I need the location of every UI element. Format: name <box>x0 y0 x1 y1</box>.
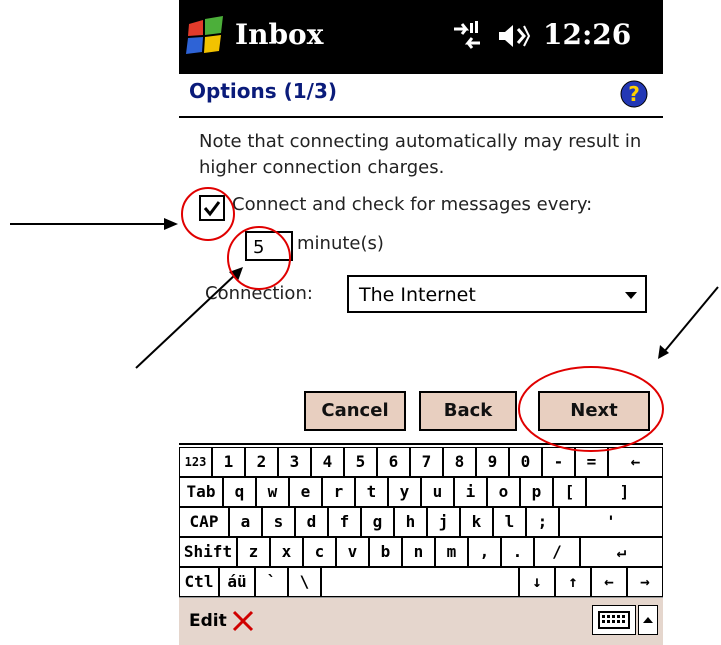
help-icon[interactable]: ? <box>619 79 649 109</box>
arrow-to-next <box>658 286 719 359</box>
app-title: Inbox <box>235 18 324 51</box>
key-h[interactable]: h <box>394 507 427 537</box>
key-9[interactable]: 9 <box>476 447 509 477</box>
key-o[interactable]: o <box>487 477 520 507</box>
key-0[interactable]: 0 <box>509 447 542 477</box>
key-v[interactable]: v <box>336 537 369 567</box>
connection-selected-value: The Internet <box>359 284 476 306</box>
windows-start-icon[interactable] <box>183 14 229 60</box>
svg-text:?: ? <box>628 82 640 106</box>
dropdown-arrow-icon[interactable] <box>625 292 637 299</box>
clock[interactable]: 12:26 <box>543 18 631 51</box>
checkmark-icon <box>203 201 221 217</box>
options-header: Options (1/3) ? <box>179 74 663 118</box>
key-left-bracket[interactable]: [ <box>553 477 586 507</box>
key-period[interactable]: . <box>501 537 534 567</box>
key-s[interactable]: s <box>262 507 295 537</box>
key-d[interactable]: d <box>295 507 328 537</box>
key-arrow-left[interactable]: ← <box>591 567 627 597</box>
key-ctrl[interactable]: Ctl <box>179 567 219 597</box>
key-shift[interactable]: Shift <box>179 537 237 567</box>
key-arrow-up[interactable]: ↑ <box>555 567 591 597</box>
key-minus[interactable]: - <box>542 447 575 477</box>
next-button[interactable]: Next <box>538 391 650 431</box>
connectivity-icon[interactable] <box>450 19 484 53</box>
key-space[interactable] <box>321 567 519 597</box>
key-u[interactable]: u <box>421 477 454 507</box>
key-l[interactable]: l <box>493 507 526 537</box>
key-quote[interactable]: ' <box>559 507 663 537</box>
auto-connect-label: Connect and check for messages every: <box>232 194 593 215</box>
key-g[interactable]: g <box>361 507 394 537</box>
key-7[interactable]: 7 <box>410 447 443 477</box>
charges-note: Note that connecting automatically may r… <box>199 131 642 178</box>
soft-keyboard: 123 1 2 3 4 5 6 7 8 9 0 - = ← Tab q w e … <box>179 443 663 597</box>
key-k[interactable]: k <box>460 507 493 537</box>
interval-minutes-input[interactable]: 5 <box>245 231 293 261</box>
key-semicolon[interactable]: ; <box>526 507 559 537</box>
key-n[interactable]: n <box>402 537 435 567</box>
key-caps[interactable]: CAP <box>179 507 229 537</box>
back-button[interactable]: Back <box>419 391 517 431</box>
key-e[interactable]: e <box>289 477 322 507</box>
delete-icon[interactable] <box>231 609 255 633</box>
connection-select[interactable]: The Internet <box>347 275 647 313</box>
keyboard-row-3: CAP a s d f g h j k l ; ' <box>179 507 663 537</box>
key-a[interactable]: a <box>229 507 262 537</box>
key-6[interactable]: 6 <box>377 447 410 477</box>
auto-connect-checkbox[interactable] <box>199 195 225 221</box>
key-arrow-down[interactable]: ↓ <box>519 567 555 597</box>
key-slash[interactable]: / <box>534 537 580 567</box>
key-q[interactable]: q <box>223 477 256 507</box>
key-accents[interactable]: áü <box>219 567 255 597</box>
key-j[interactable]: j <box>427 507 460 537</box>
key-z[interactable]: z <box>237 537 270 567</box>
key-x[interactable]: x <box>270 537 303 567</box>
key-m[interactable]: m <box>435 537 468 567</box>
edit-menu[interactable]: Edit <box>189 611 227 631</box>
key-3[interactable]: 3 <box>278 447 311 477</box>
key-backspace[interactable]: ← <box>608 447 663 477</box>
key-5[interactable]: 5 <box>344 447 377 477</box>
keyboard-row-1: 123 1 2 3 4 5 6 7 8 9 0 - = ← <box>179 447 663 477</box>
interval-unit-label: minute(s) <box>297 233 384 254</box>
cancel-button[interactable]: Cancel <box>304 391 406 431</box>
key-r[interactable]: r <box>322 477 355 507</box>
key-w[interactable]: w <box>256 477 289 507</box>
key-right-bracket[interactable]: ] <box>586 477 663 507</box>
key-p[interactable]: p <box>520 477 553 507</box>
key-enter[interactable]: ↵ <box>580 537 663 567</box>
key-4[interactable]: 4 <box>311 447 344 477</box>
key-1[interactable]: 1 <box>212 447 245 477</box>
title-bar: Inbox 12:26 <box>179 0 663 74</box>
keyboard-row-5: Ctl áü ` \ ↓ ↑ ← → <box>179 567 663 597</box>
arrow-to-checkbox <box>10 218 178 230</box>
key-c[interactable]: c <box>303 537 336 567</box>
key-y[interactable]: y <box>388 477 421 507</box>
key-2[interactable]: 2 <box>245 447 278 477</box>
key-8[interactable]: 8 <box>443 447 476 477</box>
key-tab[interactable]: Tab <box>179 477 223 507</box>
key-123[interactable]: 123 <box>179 447 212 477</box>
key-equals[interactable]: = <box>575 447 608 477</box>
key-backslash[interactable]: \ <box>288 567 321 597</box>
key-arrow-right[interactable]: → <box>627 567 663 597</box>
key-i[interactable]: i <box>454 477 487 507</box>
volume-icon[interactable] <box>495 19 531 53</box>
page-title: Options (1/3) <box>189 79 337 103</box>
connection-label: Connection: <box>205 283 313 304</box>
key-t[interactable]: t <box>355 477 388 507</box>
menu-bar: Edit <box>179 597 663 645</box>
keyboard-row-4: Shift z x c v b n m , . / ↵ <box>179 537 663 567</box>
input-panel-toggle-button[interactable] <box>638 605 658 635</box>
key-backtick[interactable]: ` <box>255 567 288 597</box>
keyboard-icon[interactable] <box>592 605 636 635</box>
key-f[interactable]: f <box>328 507 361 537</box>
key-b[interactable]: b <box>369 537 402 567</box>
pocket-pc-screen: Inbox 12:26 Options (1/3) ? Note that co… <box>179 0 663 645</box>
keyboard-row-2: Tab q w e r t y u i o p [ ] <box>179 477 663 507</box>
key-comma[interactable]: , <box>468 537 501 567</box>
